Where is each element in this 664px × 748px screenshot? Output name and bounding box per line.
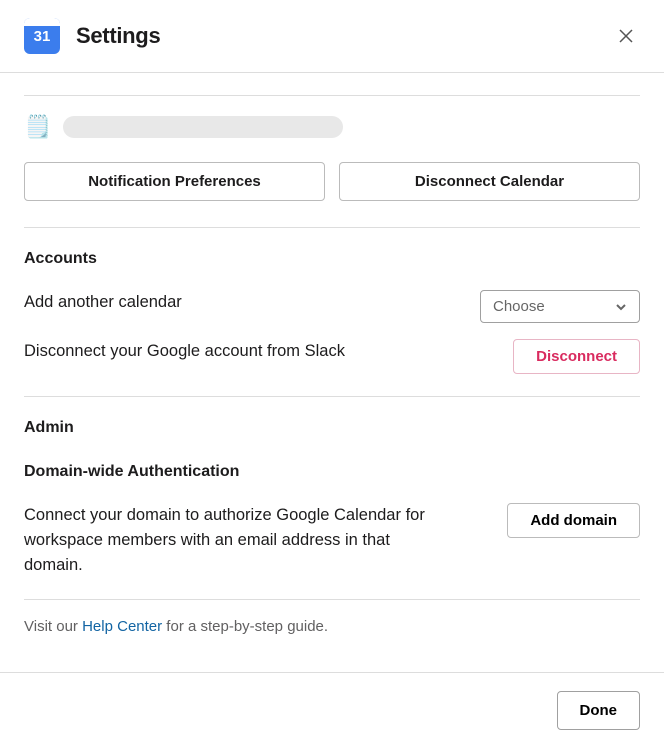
disconnect-calendar-button[interactable]: Disconnect Calendar <box>339 162 640 201</box>
modal-header: 31 Settings <box>0 0 664 72</box>
status-placeholder <box>63 116 343 138</box>
disconnect-google-label: Disconnect your Google account from Slac… <box>24 339 345 364</box>
action-button-row: Notification Preferences Disconnect Cale… <box>24 162 640 227</box>
add-domain-row: Connect your domain to authorize Google … <box>24 495 640 585</box>
calendar-icon: 31 <box>24 18 60 54</box>
header-divider <box>0 72 664 73</box>
status-row: 🗒️ <box>24 96 640 162</box>
add-calendar-label: Add another calendar <box>24 290 182 315</box>
disconnect-button[interactable]: Disconnect <box>513 339 640 374</box>
calendar-select-value: Choose <box>493 298 545 315</box>
notepad-icon: 🗒️ <box>24 114 51 140</box>
help-suffix: for a step-by-step guide. <box>162 618 328 635</box>
notification-preferences-button[interactable]: Notification Preferences <box>24 162 325 201</box>
disconnect-google-row: Disconnect your Google account from Slac… <box>24 331 640 382</box>
admin-description: Connect your domain to authorize Google … <box>24 503 444 577</box>
close-icon <box>616 26 636 46</box>
admin-section-title: Admin <box>24 397 640 451</box>
close-button[interactable] <box>612 22 640 50</box>
accounts-section-title: Accounts <box>24 228 640 282</box>
add-calendar-row: Add another calendar Choose <box>24 282 640 331</box>
modal-footer: Done <box>0 672 664 748</box>
add-domain-button[interactable]: Add domain <box>507 503 640 538</box>
done-button[interactable]: Done <box>557 691 641 730</box>
page-title: Settings <box>76 23 160 49</box>
calendar-icon-label: 31 <box>34 28 51 45</box>
calendar-select[interactable]: Choose <box>480 290 640 323</box>
chevron-down-icon <box>615 301 627 313</box>
help-center-link[interactable]: Help Center <box>82 618 162 635</box>
admin-subtitle: Domain-wide Authentication <box>24 451 640 495</box>
help-text: Visit our Help Center for a step-by-step… <box>24 600 640 647</box>
help-prefix: Visit our <box>24 618 82 635</box>
